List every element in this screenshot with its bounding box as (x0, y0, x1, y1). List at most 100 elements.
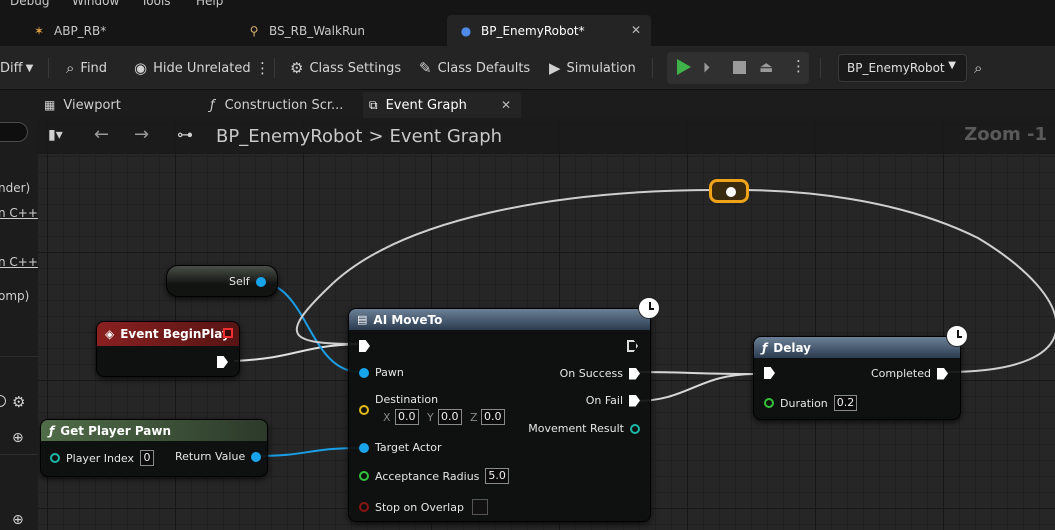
find-icon: ⌕ (66, 59, 75, 77)
exec-out-pin[interactable] (629, 394, 640, 407)
on-fail-pin-row: On Fail (586, 394, 640, 407)
left-panel-link[interactable]: n C++ (0, 206, 38, 220)
acceptance-radius-field[interactable]: 5.0 (485, 468, 509, 484)
left-panel-item[interactable]: nder) (0, 181, 30, 195)
left-panel: nder) n C++ n C++ omp) ⚙ ⊕ ⊕ (0, 118, 38, 530)
find-button[interactable]: ⌕ Find (66, 46, 107, 90)
ai-moveto-node[interactable]: ▤ AI MoveTo Pawn Destination X 0.0 Y 0.0… (348, 308, 651, 522)
self-node[interactable]: Self (166, 265, 278, 297)
breadcrumb-blueprint[interactable]: BP_EnemyRobot (216, 126, 362, 147)
debug-filter-icon[interactable]: ⌕ (974, 59, 982, 77)
exec-out-pin[interactable] (629, 367, 640, 380)
stop-on-overlap-checkbox[interactable] (471, 499, 488, 515)
node-title: Event BeginPlay (120, 327, 230, 341)
delegate-pin[interactable] (223, 328, 233, 338)
exec-in-pin[interactable] (359, 340, 370, 352)
close-icon[interactable]: ✕ (501, 98, 511, 112)
stop-icon[interactable] (733, 61, 746, 74)
search-input[interactable] (0, 122, 28, 142)
class-defaults-button[interactable]: ✎ Class Defaults (419, 46, 530, 90)
simulation-icon: ▶ (549, 59, 561, 77)
int-pin[interactable] (50, 453, 60, 463)
play-icon[interactable] (677, 59, 691, 75)
close-icon[interactable]: ✕ (631, 23, 641, 37)
exec-out-pin[interactable] (217, 356, 228, 368)
debug-object-select[interactable]: BP_EnemyRobot ▼ (838, 54, 967, 82)
tab-bs-rb-walkrun[interactable]: ⚲ BS_RB_WalkRun (235, 15, 445, 46)
menu-tools[interactable]: Tools (141, 0, 171, 8)
class-settings-button[interactable]: ⚙ Class Settings (290, 46, 401, 90)
menu-help[interactable]: Help (196, 0, 223, 8)
x-field[interactable]: 0.0 (395, 409, 419, 425)
delay-node[interactable]: ƒ Delay Completed Duration 0.2 (753, 336, 961, 420)
float-pin[interactable] (359, 471, 369, 481)
eject-icon[interactable]: ⏏ (759, 58, 773, 76)
tab-bp-enemyrobot[interactable]: ● BP_EnemyRobot* ✕ (447, 15, 651, 46)
exec-in-pin[interactable] (764, 367, 775, 379)
enum-pin[interactable] (630, 423, 640, 434)
anim-blueprint-icon: ✶ (33, 23, 45, 38)
menu-window[interactable]: Window (72, 0, 119, 8)
y-label: Y (427, 411, 434, 424)
get-player-pawn-node[interactable]: ƒ Get Player Pawn Player Index 0 Return … (40, 419, 268, 477)
tab-abp-rb[interactable]: ✶ ABP_RB* (20, 15, 230, 46)
divider (274, 58, 275, 78)
toggle-icon[interactable] (0, 395, 6, 407)
pawn-wire (257, 447, 361, 457)
diff-label: Diff (0, 60, 23, 76)
float-pin[interactable] (764, 398, 774, 408)
left-panel-link[interactable]: n C++ (0, 255, 38, 269)
add-icon[interactable]: ⊕ (12, 512, 24, 528)
diff-button[interactable]: Diff ▼ (0, 46, 33, 90)
self-wire (257, 281, 361, 373)
duration-pin-row: Duration 0.2 (764, 395, 858, 411)
player-index-field[interactable]: 0 (140, 450, 155, 466)
object-pin[interactable] (359, 367, 369, 378)
divider (652, 58, 653, 78)
tab-event-graph[interactable]: ⧉ Event Graph ✕ (363, 92, 521, 118)
reroute-pin[interactable] (726, 187, 736, 197)
play-controls: ⏵ ⏏ ⋮ (667, 52, 809, 84)
node-title: AI MoveTo (373, 312, 443, 327)
tab-label: BP_EnemyRobot* (481, 23, 585, 38)
simulation-button[interactable]: ▶ Simulation (549, 46, 636, 90)
bool-pin[interactable] (359, 502, 369, 512)
y-field[interactable]: 0.0 (438, 409, 462, 425)
reroute-node[interactable] (709, 179, 749, 203)
menu-debug[interactable]: Debug (10, 0, 49, 8)
event-icon: ◈ (105, 327, 115, 341)
object-pin[interactable] (359, 442, 369, 453)
target-actor-pin-row: Target Actor (359, 441, 441, 454)
left-panel-item[interactable]: omp) (0, 289, 29, 303)
vector-pin[interactable] (359, 405, 369, 415)
divider (0, 454, 38, 455)
breadcrumb: BP_EnemyRobot > Event Graph (216, 118, 502, 154)
gear-icon[interactable]: ⚙ (12, 393, 25, 411)
on-success-pin-row: On Success (560, 367, 640, 380)
pawn-blueprint-icon: ● (460, 23, 472, 38)
more-options-icon[interactable]: ⋮ (255, 46, 270, 90)
add-icon[interactable]: ⊕ (12, 430, 24, 446)
tab-viewport[interactable]: ▦ Viewport (36, 92, 196, 118)
exec-out-pin[interactable] (937, 367, 948, 380)
node-header: ƒ Get Player Pawn (41, 420, 267, 441)
tab-construction-script[interactable]: ƒ Construction Scr... (200, 92, 360, 118)
play-options-icon[interactable]: ⋮ (791, 57, 806, 75)
exec-out-pin[interactable] (627, 340, 638, 352)
z-field[interactable]: 0.0 (481, 409, 505, 425)
node-header: ƒ Delay (754, 337, 960, 358)
duration-field[interactable]: 0.2 (833, 395, 858, 411)
acceptance-radius-pin-row: Acceptance Radius 5.0 (359, 468, 509, 484)
object-pin[interactable] (251, 451, 262, 462)
bookmark-icon[interactable]: ▮▾ (48, 127, 63, 143)
step-icon[interactable]: ⏵ (703, 60, 710, 76)
forward-arrow-icon[interactable]: → (134, 124, 149, 145)
back-arrow-icon[interactable]: ← (94, 124, 109, 145)
blendspace-icon: ⚲ (249, 23, 259, 38)
hide-unrelated-button[interactable]: ◉ Hide Unrelated (134, 46, 251, 90)
event-begin-play-node[interactable]: ◈ Event BeginPlay (96, 321, 240, 377)
destination-pin-row: Destination X 0.0 Y 0.0 Z 0.0 (359, 393, 525, 427)
breadcrumb-graph[interactable]: Event Graph (390, 126, 503, 147)
object-pin[interactable] (255, 276, 266, 287)
event-graph-canvas[interactable]: ▮▾ ← → ⊶ BP_EnemyRobot > Event Graph Zoo… (38, 118, 1055, 530)
